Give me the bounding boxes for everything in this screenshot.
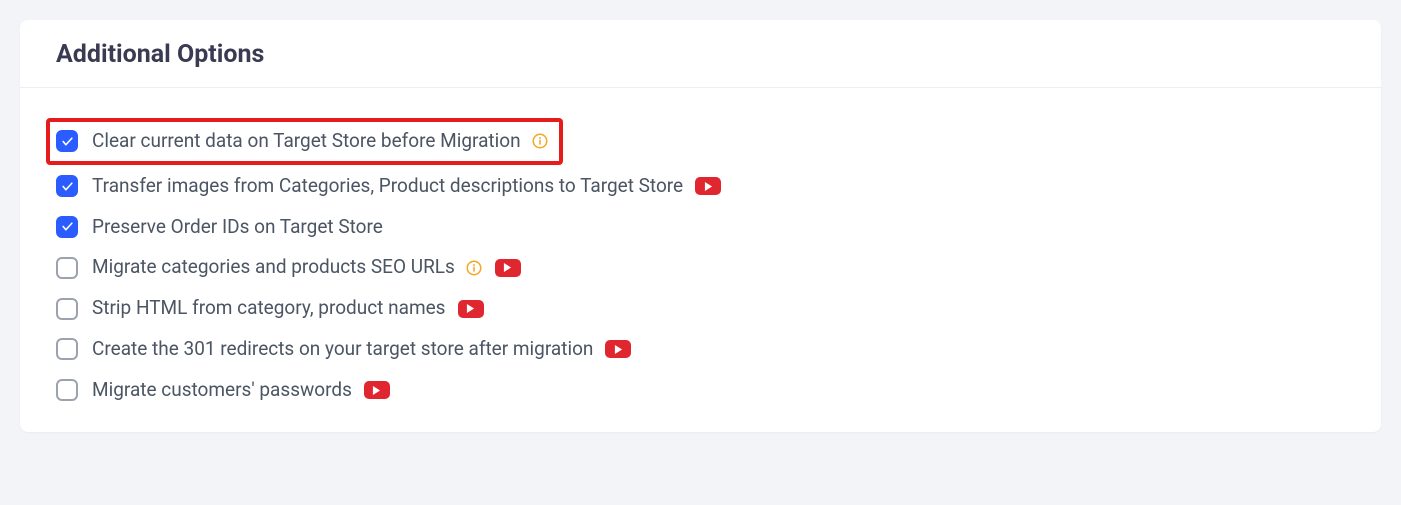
option-label[interactable]: Migrate categories and products SEO URLs	[92, 256, 455, 279]
panel-body: Clear current data on Target Store befor…	[20, 88, 1381, 432]
checkbox-migrate-seo[interactable]	[56, 257, 78, 279]
option-migrate-passwords: Migrate customers' passwords	[56, 379, 1345, 402]
panel-title: Additional Options	[56, 40, 1345, 69]
info-icon[interactable]	[531, 132, 549, 150]
video-icon[interactable]	[495, 259, 521, 277]
option-label[interactable]: Transfer images from Categories, Product…	[92, 175, 683, 198]
video-icon[interactable]	[605, 340, 631, 358]
video-icon[interactable]	[364, 381, 390, 399]
additional-options-panel: Additional Options Clear current data on…	[20, 20, 1381, 432]
option-strip-html: Strip HTML from category, product names	[56, 297, 1345, 320]
checkbox-redirects-301[interactable]	[56, 338, 78, 360]
option-preserve-order-ids: Preserve Order IDs on Target Store	[56, 216, 1345, 239]
option-redirects-301: Create the 301 redirects on your target …	[56, 338, 1345, 361]
option-label[interactable]: Clear current data on Target Store befor…	[92, 130, 521, 153]
option-label[interactable]: Create the 301 redirects on your target …	[92, 338, 593, 361]
checkbox-strip-html[interactable]	[56, 298, 78, 320]
option-transfer-images: Transfer images from Categories, Product…	[56, 175, 1345, 198]
option-label[interactable]: Migrate customers' passwords	[92, 379, 352, 402]
option-migrate-seo: Migrate categories and products SEO URLs	[56, 256, 1345, 279]
checkbox-preserve-order-ids[interactable]	[56, 216, 78, 238]
checkbox-transfer-images[interactable]	[56, 175, 78, 197]
option-clear-data: Clear current data on Target Store befor…	[46, 118, 563, 165]
info-icon[interactable]	[465, 259, 483, 277]
checkbox-migrate-passwords[interactable]	[56, 379, 78, 401]
panel-header: Additional Options	[20, 20, 1381, 88]
option-label[interactable]: Preserve Order IDs on Target Store	[92, 216, 383, 239]
video-icon[interactable]	[695, 177, 721, 195]
option-label[interactable]: Strip HTML from category, product names	[92, 297, 446, 320]
checkbox-clear-data[interactable]	[56, 130, 78, 152]
video-icon[interactable]	[458, 300, 484, 318]
